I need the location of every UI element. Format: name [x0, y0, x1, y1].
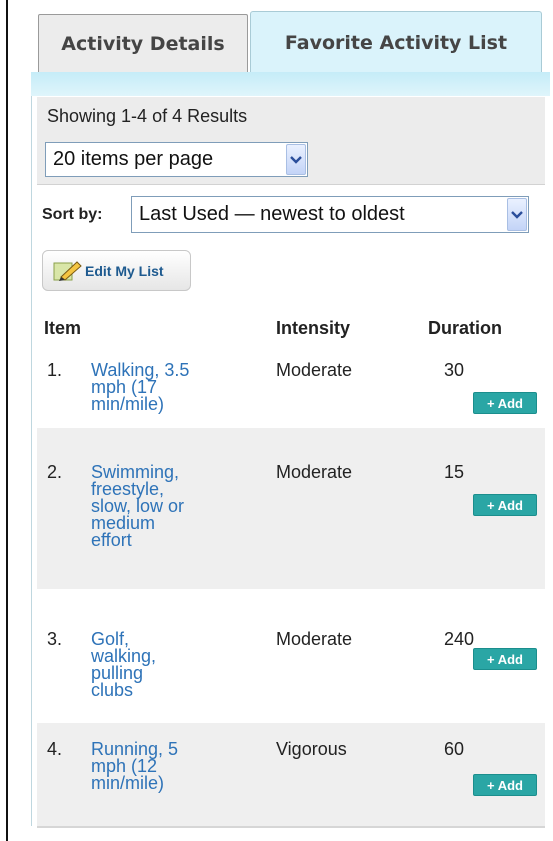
- items-per-page-select[interactable]: 20 items per page: [45, 142, 308, 177]
- activity-link-running[interactable]: Running, 5 mph (12 min/mile): [91, 740, 251, 793]
- chevron-down-icon[interactable]: [286, 144, 306, 175]
- column-header-duration: Duration: [428, 318, 502, 338]
- tab-favorite-activity-list[interactable]: Favorite Activity List: [250, 11, 542, 73]
- tab-activity-details[interactable]: Activity Details: [38, 14, 248, 73]
- panel-bottom-border: [37, 826, 545, 828]
- results-count-text: Showing 1-4 of 4 Results: [47, 106, 248, 126]
- column-header-intensity: Intensity: [276, 318, 351, 338]
- add-activity-button[interactable]: + Add: [473, 494, 537, 516]
- intensity-value: Moderate: [276, 629, 353, 649]
- activity-link-walking[interactable]: Walking, 3.5 mph (17 min/mile): [91, 361, 251, 414]
- activity-link-golf[interactable]: Golf, walking, pulling clubs: [91, 630, 251, 700]
- add-activity-button[interactable]: + Add: [473, 648, 537, 670]
- add-activity-button[interactable]: + Add: [473, 392, 537, 414]
- items-per-page-value: 20 items per page: [53, 148, 214, 170]
- intensity-value: Moderate: [276, 360, 353, 380]
- duration-value: 240: [444, 629, 475, 649]
- activity-name-line: clubs: [91, 680, 134, 700]
- row-number: 1.: [47, 360, 63, 380]
- row-number: 3.: [47, 629, 63, 649]
- duration-value: 30: [444, 360, 465, 380]
- sort-by-select[interactable]: Last Used — newest to oldest: [131, 196, 529, 233]
- activity-name-line: min/mile): [91, 394, 165, 414]
- row-number: 2.: [47, 462, 63, 482]
- activity-link-swimming[interactable]: Swimming, freestyle, slow, low or medium…: [91, 463, 251, 550]
- activity-name-line: min/mile): [91, 773, 165, 793]
- window-left-border: [6, 0, 8, 841]
- activity-name-line: effort: [91, 530, 132, 550]
- intensity-value: Vigorous: [276, 739, 347, 759]
- chevron-down-icon[interactable]: [507, 198, 527, 231]
- column-header-item: Item: [44, 318, 82, 338]
- add-activity-button[interactable]: + Add: [473, 774, 537, 796]
- edit-my-list-label: Edit My List: [85, 262, 164, 279]
- tab-content-band: [31, 72, 550, 96]
- sort-by-label: Sort by:: [42, 206, 103, 223]
- duration-value: 60: [444, 739, 465, 759]
- row-number: 4.: [47, 739, 63, 759]
- intensity-value: Moderate: [276, 462, 353, 482]
- duration-value: 15: [444, 462, 465, 482]
- edit-my-list-button[interactable]: Edit My List: [42, 250, 191, 291]
- sort-by-value: Last Used — newest to oldest: [139, 203, 405, 225]
- pencil-icon: [53, 259, 83, 283]
